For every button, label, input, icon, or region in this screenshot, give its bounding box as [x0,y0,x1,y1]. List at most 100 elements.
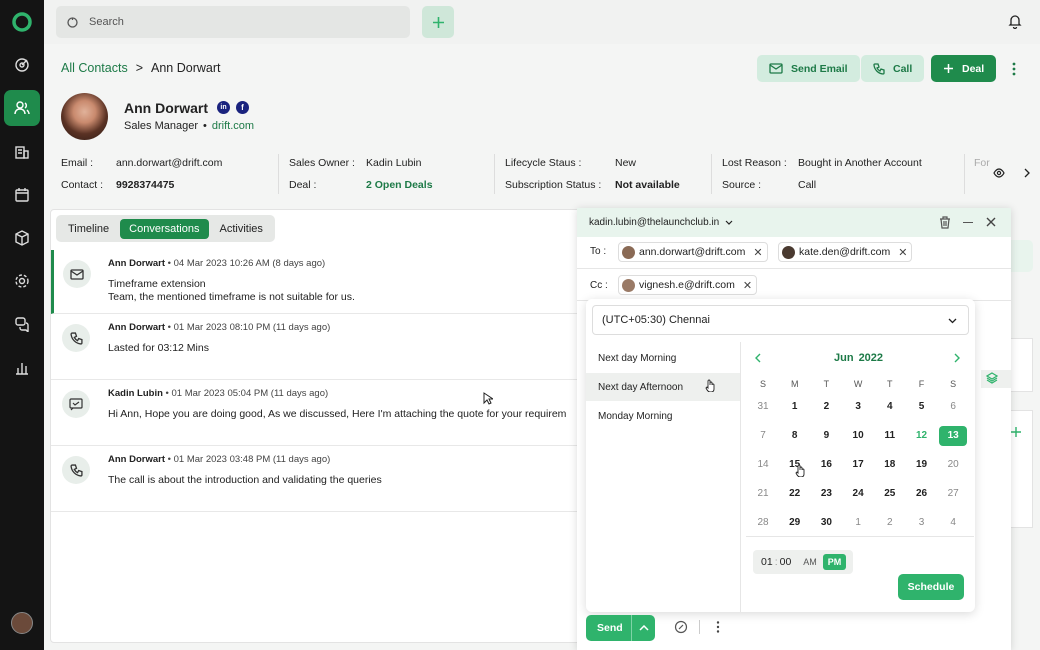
contacts-icon[interactable] [4,90,40,126]
conversation-item[interactable]: Kadin Lubin • 01 Mar 2023 05:04 PM (11 d… [51,380,589,446]
calendar-day[interactable]: 6 [939,397,967,417]
conversation-item[interactable]: Ann Dorwart • 01 Mar 2023 03:48 PM (11 d… [51,446,589,512]
plus-icon[interactable] [1011,427,1021,437]
chevron-down-icon[interactable] [725,220,733,225]
company-link[interactable]: drift.com [212,120,254,132]
timezone-select[interactable]: (UTC+05:30) Chennai [592,305,969,335]
calendar-day[interactable]: 20 [939,455,967,475]
next-month-icon[interactable] [954,353,960,363]
calendar-day[interactable]: 2 [812,397,840,417]
chevron-right-icon[interactable] [1024,168,1030,178]
send-button[interactable]: Send [586,615,655,641]
calendar-day[interactable]: 3 [844,397,872,417]
recipient-chip[interactable]: kate.den@drift.com ✕ [778,242,913,262]
calendar-day[interactable]: 19 [908,455,936,475]
calendar-day[interactable]: 4 [876,397,904,417]
minimize-icon[interactable] [963,222,973,224]
calendar-day[interactable]: 29 [781,513,809,533]
divider [740,342,741,612]
breadcrumb-all-contacts[interactable]: All Contacts [61,61,128,75]
app-logo[interactable] [4,4,40,40]
remove-icon[interactable]: ✕ [753,246,762,259]
calendar-day[interactable]: 16 [812,455,840,475]
reports-icon[interactable] [4,350,40,386]
calendar-day[interactable]: 27 [939,484,967,504]
calendar-day[interactable]: 30 [812,513,840,533]
calendar-day[interactable]: 4 [939,513,967,533]
from-address[interactable]: kadin.lubin@thelaunchclub.in [589,217,719,228]
hour[interactable]: 01 [761,556,773,568]
calendar-day[interactable]: 22 [781,484,809,504]
quick-option[interactable]: Next day Morning [586,344,740,372]
more-menu-icon[interactable] [1012,62,1016,76]
linkedin-icon[interactable]: in [217,101,230,114]
calendar-day[interactable]: 23 [812,484,840,504]
am-toggle[interactable]: AM [803,557,817,567]
calendar-day[interactable]: 21 [749,484,777,504]
recipient-chip[interactable]: ann.dorwart@drift.com ✕ [618,242,768,262]
calendar-day[interactable]: 14 [749,455,777,475]
calendar-day[interactable]: 25 [876,484,904,504]
more-options-icon[interactable] [716,621,720,633]
layers-icon[interactable] [986,372,998,384]
calendar-day[interactable]: 13 [939,426,968,446]
facebook-icon[interactable]: f [236,101,249,114]
remove-icon[interactable]: ✕ [898,246,907,259]
calendar-day[interactable]: 18 [876,455,904,475]
settings-icon[interactable] [4,263,40,299]
conversation-item[interactable]: Ann Dorwart • 01 Mar 2023 08:10 PM (11 d… [51,314,589,380]
calendar-day[interactable]: 24 [844,484,872,504]
tab-conversations[interactable]: Conversations [120,218,209,239]
prev-month-icon[interactable] [755,353,761,363]
contact-name: Ann Dorwart [124,100,208,116]
trash-icon[interactable] [939,216,951,229]
calendar-day[interactable]: 9 [812,426,840,446]
calendar-day[interactable]: 3 [908,513,936,533]
add-button[interactable] [422,6,454,38]
tab-timeline[interactable]: Timeline [59,219,118,239]
conversation-item[interactable]: Ann Dorwart • 04 Mar 2023 10:26 AM (8 da… [51,250,589,314]
chat-icon[interactable] [4,306,40,342]
weekday-label: S [759,379,766,389]
close-icon[interactable] [986,217,996,227]
calendar-day[interactable]: 12 [908,426,936,446]
calendar-day[interactable]: 17 [844,455,872,475]
calendar-day[interactable]: 1 [844,513,872,533]
minute[interactable]: 00 [780,556,792,568]
calendar-icon[interactable] [4,177,40,213]
calendar-day[interactable]: 11 [876,426,904,446]
cc-chip[interactable]: vignesh.e@drift.com ✕ [618,275,758,295]
calendar-day[interactable]: 5 [908,397,936,417]
calendar-day[interactable]: 7 [749,426,777,446]
products-icon[interactable] [4,220,40,256]
quick-option[interactable]: Next day Afternoon [586,373,740,401]
bell-icon[interactable] [1008,14,1022,29]
user-avatar[interactable] [11,612,33,634]
eye-icon[interactable] [993,168,1005,178]
schedule-button[interactable]: Schedule [898,574,964,600]
calendar-day[interactable]: 1 [781,397,809,417]
remove-icon[interactable]: ✕ [743,279,752,292]
calendar-day[interactable]: 10 [844,426,872,446]
attachment-icon[interactable] [674,620,688,634]
calendar-day[interactable]: 2 [876,513,904,533]
calendar-day[interactable]: 8 [781,426,809,446]
calendar-day[interactable]: 26 [908,484,936,504]
quick-option[interactable]: Monday Morning [586,402,740,430]
companies-icon[interactable] [4,134,40,170]
deal-value[interactable]: 2 Open Deals [366,179,433,191]
timezone-value: (UTC+05:30) Chennai [602,314,710,326]
send-email-button[interactable]: Send Email [757,55,860,82]
contact-photo [61,93,108,140]
chevron-up-icon[interactable] [632,625,649,631]
tab-activities[interactable]: Activities [211,219,272,239]
pm-toggle[interactable]: PM [822,554,847,570]
calendar-day[interactable]: 31 [749,397,777,417]
dashboard-icon[interactable] [4,47,40,83]
add-deal-button[interactable]: Deal [931,55,997,82]
search-input[interactable]: Search [56,6,410,38]
calendar-day[interactable]: 28 [749,513,777,533]
time-picker[interactable]: 01 : 00 AM PM [753,550,853,574]
divider [699,620,700,634]
call-button[interactable]: Call [861,55,925,82]
